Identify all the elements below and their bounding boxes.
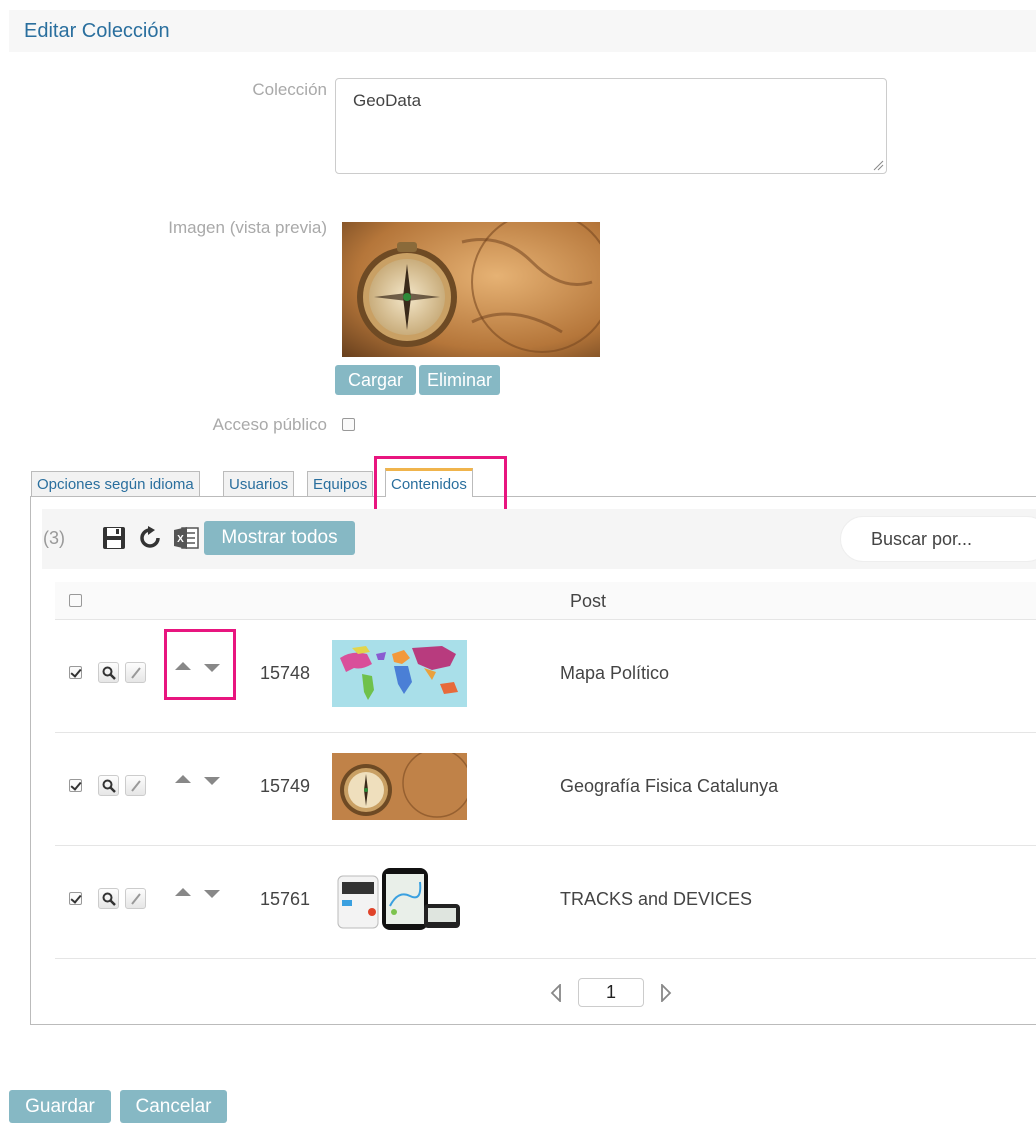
row-id: 15748 [260,663,311,683]
table-row: 15748 Mapa Político [55,620,1036,733]
edit-button[interactable] [125,662,146,683]
row-checkbox[interactable] [69,892,82,905]
tab-equipos[interactable]: Equipos [307,471,374,497]
pencil-icon [130,779,141,792]
select-all-checkbox[interactable] [69,594,82,607]
compass-map-image [332,753,467,820]
guardar-button[interactable]: Guardar [9,1090,111,1123]
magnifier-icon [102,666,116,680]
column-post: Post [570,591,607,611]
search-input[interactable] [840,516,1036,562]
view-button[interactable] [98,888,119,909]
edit-button[interactable] [125,888,146,909]
mostrar-todos-button[interactable]: Mostrar todos [204,521,355,555]
world-map-image [332,640,467,707]
imagen-label: Imagen (vista previa) [168,218,327,237]
cargar-button[interactable]: Cargar [335,365,416,395]
row-title: TRACKS and DEVICES [560,889,753,909]
resize-grip-icon[interactable] [872,159,884,171]
table-row: 15761 TRACKS and DEVICES [55,846,1036,959]
eliminar-button[interactable]: Eliminar [419,365,500,395]
row-checkbox[interactable] [69,779,82,792]
compass-map-image [342,222,600,357]
move-up-icon[interactable] [175,775,191,783]
tab-contenidos[interactable]: Contenidos [385,468,473,497]
coleccion-textarea[interactable] [335,78,887,174]
row-thumbnail [332,866,467,933]
row-title: Mapa Político [560,663,670,683]
table-header: Post [55,582,1036,620]
row-id: 15761 [260,889,311,909]
refresh-icon[interactable] [138,526,162,550]
coleccion-label: Colección [252,80,327,99]
devices-image [332,866,467,933]
view-button[interactable] [98,662,119,683]
acceso-publico-checkbox[interactable] [342,418,355,431]
move-down-icon[interactable] [204,777,220,785]
pencil-icon [130,892,141,905]
acceso-publico-label: Acceso público [212,415,327,434]
row-thumbnail [332,753,467,820]
tab-usuarios[interactable]: Usuarios [223,471,295,497]
tab-opciones-idioma[interactable]: Opciones según idioma [31,471,200,497]
move-up-icon[interactable] [175,662,191,670]
cancelar-button[interactable]: Cancelar [120,1090,227,1123]
result-count: (3) [43,528,65,548]
magnifier-icon [102,892,116,906]
row-id: 15749 [260,776,311,796]
row-checkbox[interactable] [69,666,82,679]
row-title: Geografía Fisica Catalunya [560,776,779,796]
next-page-icon[interactable] [660,984,672,1002]
preview-image [342,222,600,357]
edit-button[interactable] [125,775,146,796]
header-bar: Editar Colección [9,10,1036,52]
view-button[interactable] [98,775,119,796]
row-thumbnail [332,640,467,707]
save-icon[interactable] [102,526,126,550]
table-row: 15749 Geografía Fisica Catalunya [55,733,1036,846]
svg-text:X: X [177,534,184,545]
page-title: Editar Colección [24,20,170,42]
move-up-icon[interactable] [175,888,191,896]
move-down-icon[interactable] [204,890,220,898]
prev-page-icon[interactable] [550,984,562,1002]
magnifier-icon [102,779,116,793]
pencil-icon [130,666,141,679]
move-down-icon[interactable] [204,664,220,672]
excel-icon[interactable]: X [173,525,199,551]
page-number-input[interactable] [578,978,644,1007]
